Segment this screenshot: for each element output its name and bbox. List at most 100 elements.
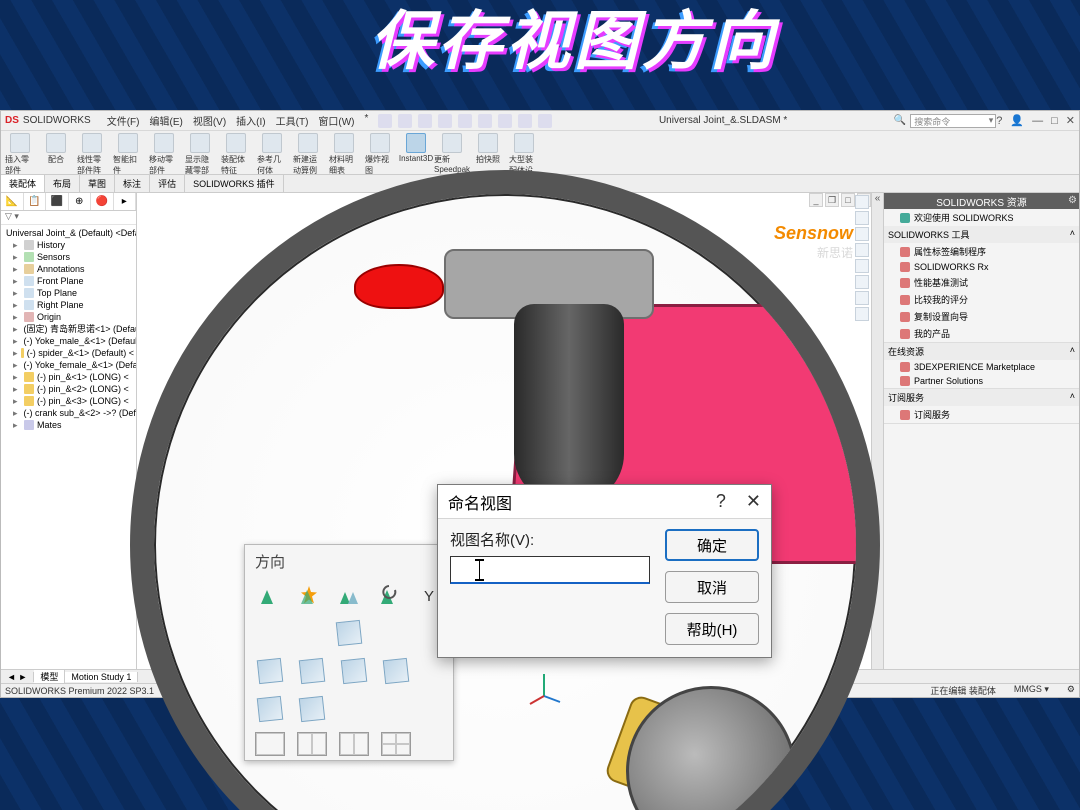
two-pane-button[interactable]: [297, 732, 327, 756]
taskpane-section-head[interactable]: 在线资源˄: [884, 343, 1079, 360]
fm-filter[interactable]: ▽ ▾: [1, 211, 136, 225]
qat-save-icon[interactable]: [418, 114, 432, 128]
taskpane-welcome[interactable]: 欢迎使用 SOLIDWORKS: [884, 209, 1079, 226]
single-pane-button[interactable]: [255, 732, 285, 756]
expand-icon[interactable]: ▸: [13, 347, 18, 359]
command-tab[interactable]: 草图: [80, 175, 115, 192]
view-triad[interactable]: [524, 666, 564, 706]
four-pane-button[interactable]: [381, 732, 411, 756]
status-units[interactable]: MMGS ▾: [1014, 684, 1049, 697]
expand-icon[interactable]: ▸: [13, 335, 18, 347]
expand-icon[interactable]: ▸: [13, 251, 21, 263]
isometric-view-button[interactable]: [334, 618, 364, 648]
fm-tab[interactable]: 🔴: [91, 193, 114, 210]
tree-node[interactable]: ▸(-) Yoke_male_&<1> (Default) <: [1, 335, 136, 347]
help-button[interactable]: 帮助(H): [665, 613, 759, 645]
front-view-button[interactable]: [255, 656, 285, 686]
tree-node[interactable]: ▸Right Plane: [1, 299, 136, 311]
qat-select-icon[interactable]: [498, 114, 512, 128]
back-view-button[interactable]: [297, 656, 327, 686]
taskpane-gear-icon[interactable]: ⚙: [1068, 195, 1077, 206]
ok-button[interactable]: 确定: [665, 529, 759, 561]
ribbon-爆炸视图[interactable]: 爆炸视图: [365, 133, 395, 176]
expand-icon[interactable]: ▸: [13, 359, 18, 371]
tree-node[interactable]: ▸(-) crank sub_&<2> ->? (Default): [1, 407, 136, 419]
help-icon[interactable]: ?: [996, 115, 1002, 127]
user-icon[interactable]: 👤: [1010, 114, 1024, 127]
expand-icon[interactable]: ▸: [13, 419, 21, 431]
view-name-input[interactable]: [450, 556, 650, 584]
window-minimize-button[interactable]: —: [1032, 115, 1043, 127]
tree-node[interactable]: ▸Mates: [1, 419, 136, 431]
menu-view[interactable]: 视图(V): [193, 113, 226, 128]
left-view-button[interactable]: [339, 656, 369, 686]
taskpane-item[interactable]: 订阅服务: [884, 406, 1079, 423]
ribbon-参考几何体[interactable]: 参考几何体: [257, 133, 287, 176]
tree-node[interactable]: ▸Sensors: [1, 251, 136, 263]
taskpane-item[interactable]: 3DEXPERIENCE Marketplace: [884, 360, 1079, 374]
window-close-button[interactable]: ✕: [1066, 114, 1075, 127]
command-tab[interactable]: 布局: [45, 175, 80, 192]
command-tab[interactable]: 标注: [115, 175, 150, 192]
fm-tab[interactable]: ⬛: [46, 193, 69, 210]
right-view-button[interactable]: [381, 656, 411, 686]
qat-rebuild-icon[interactable]: [518, 114, 532, 128]
qat-new-icon[interactable]: [378, 114, 392, 128]
fm-tab[interactable]: 📋: [24, 193, 47, 210]
command-tab[interactable]: 装配体: [1, 175, 45, 192]
menu-window[interactable]: 窗口(W): [318, 113, 354, 128]
menu-insert[interactable]: 插入(I): [236, 113, 265, 128]
expand-icon[interactable]: ▸: [13, 407, 18, 419]
window-maximize-button[interactable]: □: [1051, 115, 1058, 127]
command-tab[interactable]: SOLIDWORKS 插件: [185, 175, 284, 192]
tree-node[interactable]: ▸(-) pin_&<3> (LONG) <: [1, 395, 136, 407]
expand-icon[interactable]: ▸: [13, 383, 21, 395]
reset-views-icon[interactable]: [375, 582, 403, 610]
side-home-icon[interactable]: [855, 195, 869, 209]
expand-icon[interactable]: ▸: [13, 371, 21, 383]
taskpane-item[interactable]: 属性标签编制程序: [884, 243, 1079, 260]
expand-icon[interactable]: ▸: [13, 323, 18, 335]
side-forum-icon[interactable]: [855, 307, 869, 321]
taskpane-item[interactable]: SOLIDWORKS Rx: [884, 260, 1079, 274]
ribbon-插入零部件[interactable]: 插入零部件: [5, 133, 35, 176]
cancel-button[interactable]: 取消: [665, 571, 759, 603]
side-custom-props-icon[interactable]: [855, 291, 869, 305]
ribbon-智能扣件[interactable]: 智能扣件: [113, 133, 143, 176]
taskpane-item[interactable]: 复制设置向导: [884, 308, 1079, 325]
menu-more[interactable]: *: [365, 113, 369, 128]
expand-icon[interactable]: ▸: [13, 263, 21, 275]
expand-icon[interactable]: ▸: [13, 275, 21, 287]
qat-options-icon[interactable]: [538, 114, 552, 128]
expand-icon[interactable]: ▸: [13, 239, 21, 251]
side-resources-icon[interactable]: [855, 211, 869, 225]
tree-node[interactable]: ▸Front Plane: [1, 275, 136, 287]
taskpane-section-head[interactable]: 订阅服务˄: [884, 389, 1079, 406]
menu-file[interactable]: 文件(F): [107, 113, 140, 128]
side-file-explorer-icon[interactable]: [855, 243, 869, 257]
ribbon-配合[interactable]: 配合: [41, 133, 71, 165]
fm-tab[interactable]: ⊕: [69, 193, 92, 210]
tree-node[interactable]: ▸History: [1, 239, 136, 251]
status-gear-icon[interactable]: ⚙: [1067, 684, 1075, 697]
qat-open-icon[interactable]: [398, 114, 412, 128]
ribbon-装配体特征[interactable]: 装配体特征: [221, 133, 251, 176]
bottom-view-button[interactable]: [297, 694, 327, 724]
top-view-button[interactable]: [255, 694, 285, 724]
menu-tools[interactable]: 工具(T): [276, 113, 309, 128]
expand-icon[interactable]: ▸: [13, 299, 21, 311]
tree-node[interactable]: ▸(固定) 青岛新思诺<1> (Default) <: [1, 323, 136, 335]
tree-node[interactable]: ▸Origin: [1, 311, 136, 323]
taskpane-item[interactable]: Partner Solutions: [884, 374, 1079, 388]
fm-tab[interactable]: 📐: [1, 193, 24, 210]
qat-print-icon[interactable]: [438, 114, 452, 128]
tree-node[interactable]: ▸(-) pin_&<1> (LONG) <: [1, 371, 136, 383]
taskpane-item[interactable]: 性能基准测试: [884, 274, 1079, 291]
fm-tab[interactable]: ▸: [114, 193, 137, 210]
bottom-tab[interactable]: Motion Study 1: [65, 672, 138, 682]
ribbon-材料明细表[interactable]: 材料明细表: [329, 133, 359, 176]
add-view-icon[interactable]: [255, 582, 283, 610]
update-views-icon[interactable]: [335, 582, 363, 610]
side-appearances-icon[interactable]: [855, 275, 869, 289]
command-tab[interactable]: 评估: [150, 175, 185, 192]
